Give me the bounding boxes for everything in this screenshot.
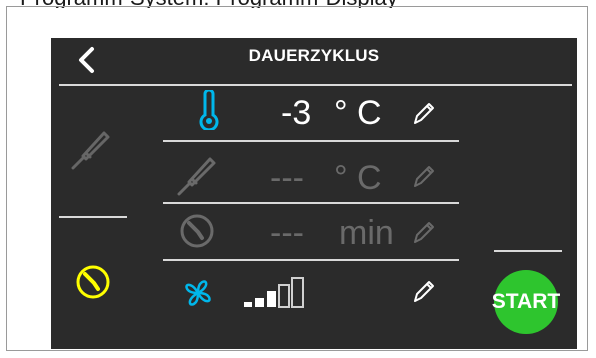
sidebar-divider [59,216,127,218]
sidebar-item-clock[interactable] [76,265,110,304]
pencil-icon[interactable] [412,163,436,191]
header-divider [59,84,572,86]
start-divider [494,250,562,252]
sidebar-item-probe[interactable] [71,128,113,175]
time-unit: min [339,214,394,252]
core-temperature-value: --- [270,159,304,197]
pencil-icon[interactable] [412,278,436,306]
thermometer-icon [199,90,219,130]
probe-icon [177,157,216,196]
clock-icon [76,265,110,299]
clock-icon [180,214,214,248]
row-divider-1 [163,140,459,142]
pencil-icon[interactable] [412,100,436,128]
pencil-icon[interactable] [412,219,436,247]
page-title: DAUERZYKLUS [248,46,380,65]
core-temperature-unit: ° C [334,159,382,197]
probe-icon [71,131,110,170]
temperature-unit: ° C [334,94,382,132]
time-value: --- [270,214,304,252]
row-divider-3 [163,259,459,261]
temperature-value: -3 [281,94,312,132]
row-divider-2 [163,202,459,204]
start-button[interactable]: START [492,270,560,334]
device-screen: DAUERZYKLUS -3 ° C --- ° C --- min START [51,38,577,349]
fan-speed-level-indicator [244,277,304,308]
fan-icon [185,280,211,306]
figure-frame: DAUERZYKLUS -3 ° C --- ° C --- min START [6,6,588,351]
